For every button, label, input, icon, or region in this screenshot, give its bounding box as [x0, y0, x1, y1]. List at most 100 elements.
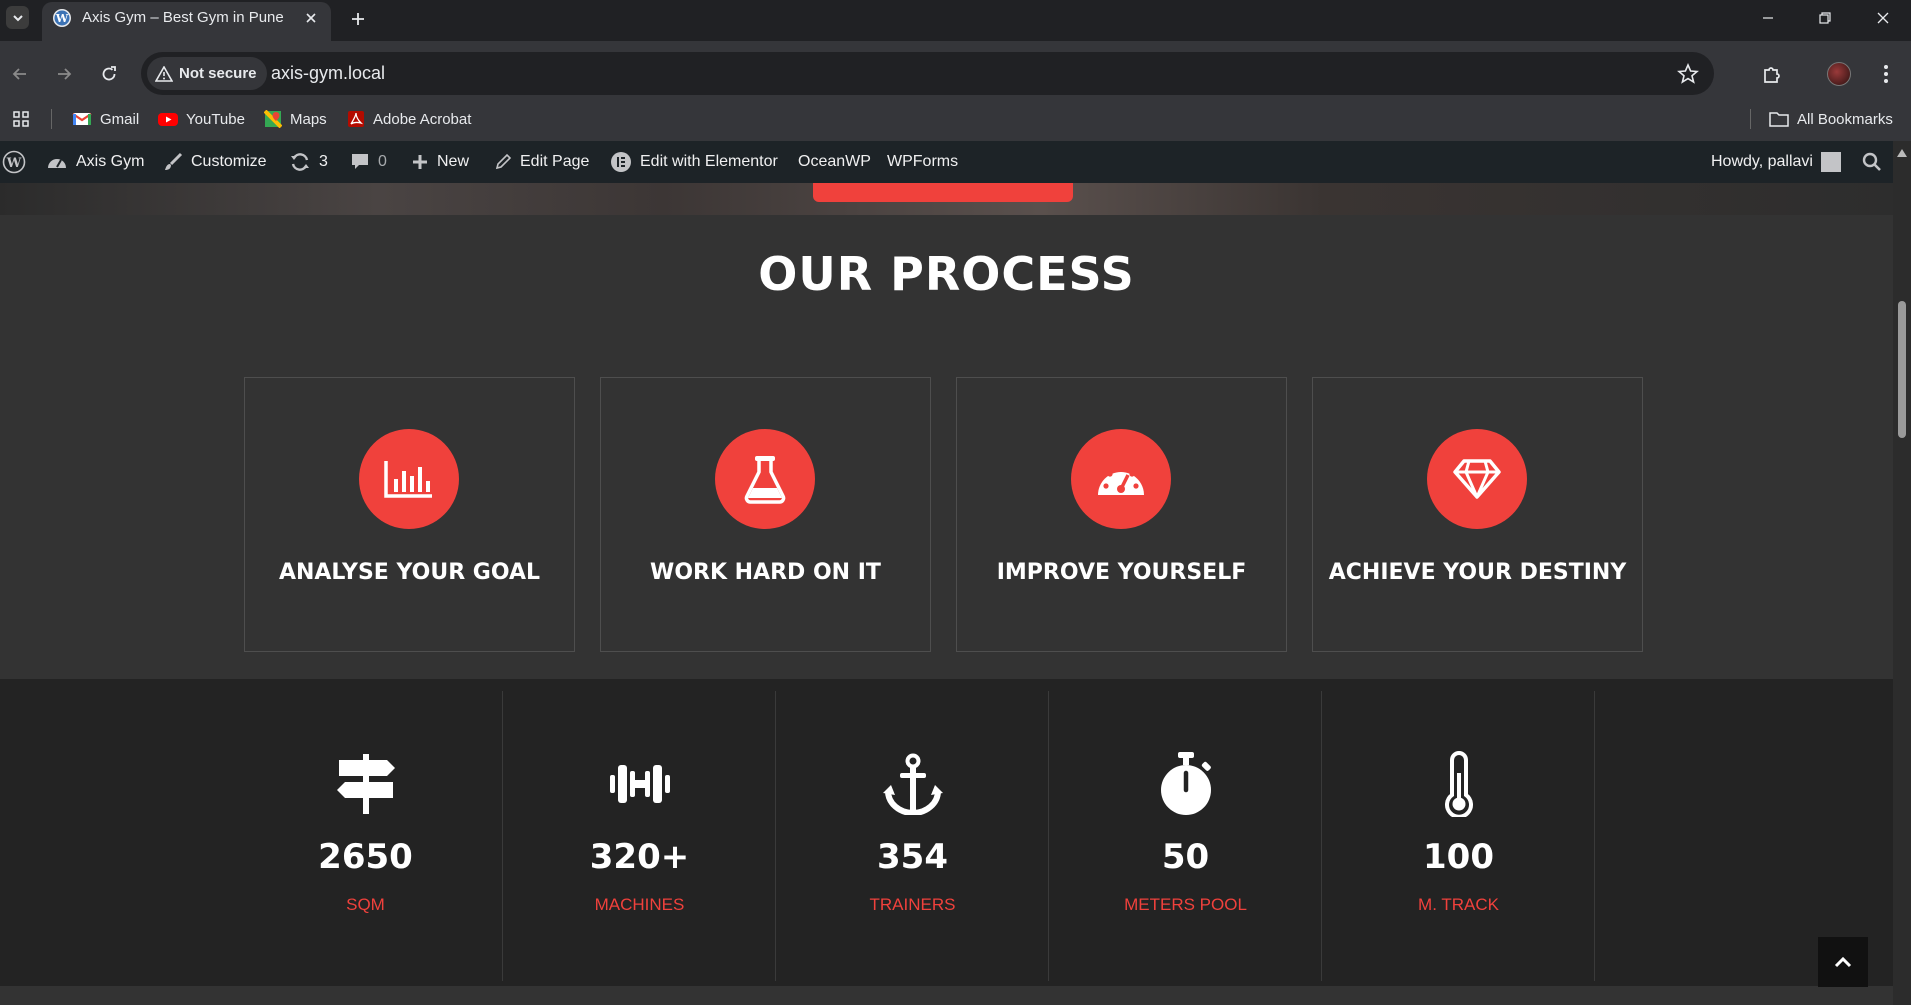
hero-cta-button[interactable]	[813, 183, 1073, 202]
process-icon-circle	[359, 429, 459, 529]
bookmark-gmail[interactable]: Gmail	[72, 107, 139, 131]
stat-item: 354 TRAINERS	[776, 691, 1049, 981]
chart-bar-icon	[384, 461, 432, 498]
next-section-edge	[0, 986, 1893, 1005]
wordpress-logo-icon: W	[2, 150, 26, 174]
gmail-icon	[72, 113, 92, 125]
stat-icon-wrapper	[1428, 751, 1490, 817]
stat-label: MACHINES	[594, 895, 685, 914]
restore-icon	[1819, 12, 1831, 24]
back-button[interactable]	[5, 59, 35, 89]
stat-label: SQM	[346, 895, 385, 914]
thermometer-icon	[1445, 751, 1473, 817]
stat-icon-wrapper	[335, 751, 397, 817]
user-avatar	[1820, 152, 1841, 172]
admin-customize[interactable]: Customize	[163, 141, 267, 183]
admin-updates[interactable]: 3	[289, 141, 328, 183]
url-text[interactable]: axis-gym.local	[271, 63, 385, 84]
tab-close-button[interactable]	[301, 8, 321, 28]
window-close-button[interactable]	[1865, 4, 1901, 32]
admin-wpforms[interactable]: WPForms	[887, 141, 958, 183]
scroll-up-arrow-icon[interactable]	[1897, 149, 1907, 157]
puzzle-icon	[1764, 67, 1780, 83]
svg-text:W: W	[6, 156, 22, 171]
bookmark-label: Adobe Acrobat	[373, 110, 472, 128]
hero-banner-bottom	[0, 183, 1893, 215]
admin-new[interactable]: New	[411, 141, 469, 183]
admin-edit-page-label: Edit Page	[520, 153, 590, 170]
reload-button[interactable]	[94, 59, 124, 89]
stat-value: 320+	[589, 837, 690, 877]
bookmark-label: YouTube	[186, 110, 245, 128]
admin-search[interactable]	[1862, 141, 1882, 183]
admin-edit-elementor[interactable]: Edit with Elementor	[610, 141, 778, 183]
profile-button[interactable]	[1824, 59, 1854, 89]
stat-icon-wrapper	[1155, 751, 1217, 817]
wp-admin-bar: W Axis Gym Customize 3 0 New Edit Page E…	[0, 141, 1893, 183]
security-chip[interactable]: Not secure	[147, 57, 267, 90]
chevron-down-icon	[12, 14, 23, 21]
wp-logo-menu[interactable]: W	[2, 141, 26, 183]
all-bookmarks-button[interactable]: All Bookmarks	[1769, 107, 1893, 131]
admin-site-name-label: Axis Gym	[76, 153, 145, 170]
chevron-up-icon	[1834, 956, 1852, 968]
scrollbar-thumb[interactable]	[1898, 301, 1906, 438]
browser-toolbar: Not secure axis-gym.local Gmail YouTube …	[0, 41, 1911, 141]
stat-icon-wrapper	[882, 751, 944, 817]
minimize-button[interactable]	[1750, 4, 1786, 32]
plus-icon	[413, 155, 427, 169]
admin-updates-count: 3	[319, 153, 328, 170]
process-card-label: IMPROVE YOURSELF	[996, 560, 1247, 585]
bookmark-label: Gmail	[100, 110, 140, 128]
elementor-icon	[611, 152, 631, 172]
plus-icon	[352, 13, 364, 25]
new-tab-button[interactable]	[346, 7, 370, 31]
stat-item: 100 M. TRACK	[1322, 691, 1595, 981]
search-icon	[1862, 152, 1881, 171]
forward-button[interactable]	[49, 59, 79, 89]
bookmarks-divider	[1750, 109, 1751, 129]
admin-account[interactable]: Howdy, pallavi	[1711, 141, 1841, 183]
dumbbell-icon	[610, 765, 670, 803]
restore-button[interactable]	[1807, 4, 1843, 32]
tab-search-button[interactable]	[6, 6, 29, 29]
admin-oceanwp[interactable]: OceanWP	[798, 141, 871, 183]
bookmark-adobe-acrobat[interactable]: Adobe Acrobat	[347, 107, 471, 131]
page-scrollbar[interactable]	[1893, 141, 1911, 1005]
stat-label: M. TRACK	[1418, 895, 1499, 914]
paintbrush-icon	[165, 152, 183, 170]
back-to-top-button[interactable]	[1818, 937, 1868, 987]
arrow-left-icon	[12, 68, 26, 80]
process-card-label: ANALYSE YOUR GOAL	[278, 560, 541, 585]
stat-item: 50 METERS POOL	[1049, 691, 1322, 981]
updates-icon	[291, 153, 309, 171]
apps-button[interactable]	[12, 107, 30, 131]
flask-icon	[744, 456, 786, 504]
browser-tab-active[interactable]: W Axis Gym – Best Gym in Pune	[42, 2, 331, 41]
stat-label: METERS POOL	[1124, 895, 1247, 914]
extensions-button[interactable]	[1757, 59, 1787, 89]
comment-icon	[352, 154, 368, 169]
folder-icon	[1769, 112, 1789, 127]
admin-oceanwp-label: OceanWP	[798, 153, 871, 170]
minimize-icon	[1763, 17, 1773, 19]
admin-comments[interactable]: 0	[350, 141, 387, 183]
svg-text:W: W	[55, 12, 69, 25]
bookmark-maps[interactable]: Maps	[264, 107, 327, 131]
reload-icon	[102, 66, 116, 81]
bookmark-label: Maps	[290, 110, 327, 128]
admin-edit-page[interactable]: Edit Page	[494, 141, 589, 183]
admin-site-name[interactable]: Axis Gym	[46, 141, 144, 183]
address-bar[interactable]: Not secure axis-gym.local	[141, 52, 1714, 95]
stat-value: 2650	[318, 837, 413, 877]
bookmark-star-icon[interactable]	[1676, 62, 1700, 86]
menu-button[interactable]	[1871, 59, 1901, 89]
anchor-icon	[883, 753, 943, 815]
process-card: WORK HARD ON IT	[600, 377, 931, 652]
stats-section: 2650 SQM 320+ MACHINES 354 TRAINERS 50 M…	[0, 679, 1893, 986]
security-label: Not secure	[179, 65, 257, 82]
bookmark-youtube[interactable]: YouTube	[158, 107, 245, 131]
signpost-icon	[337, 754, 395, 814]
admin-new-label: New	[437, 153, 470, 170]
bookmarks-bar: Gmail YouTube Maps Adobe Acrobat All Boo…	[0, 99, 1911, 139]
